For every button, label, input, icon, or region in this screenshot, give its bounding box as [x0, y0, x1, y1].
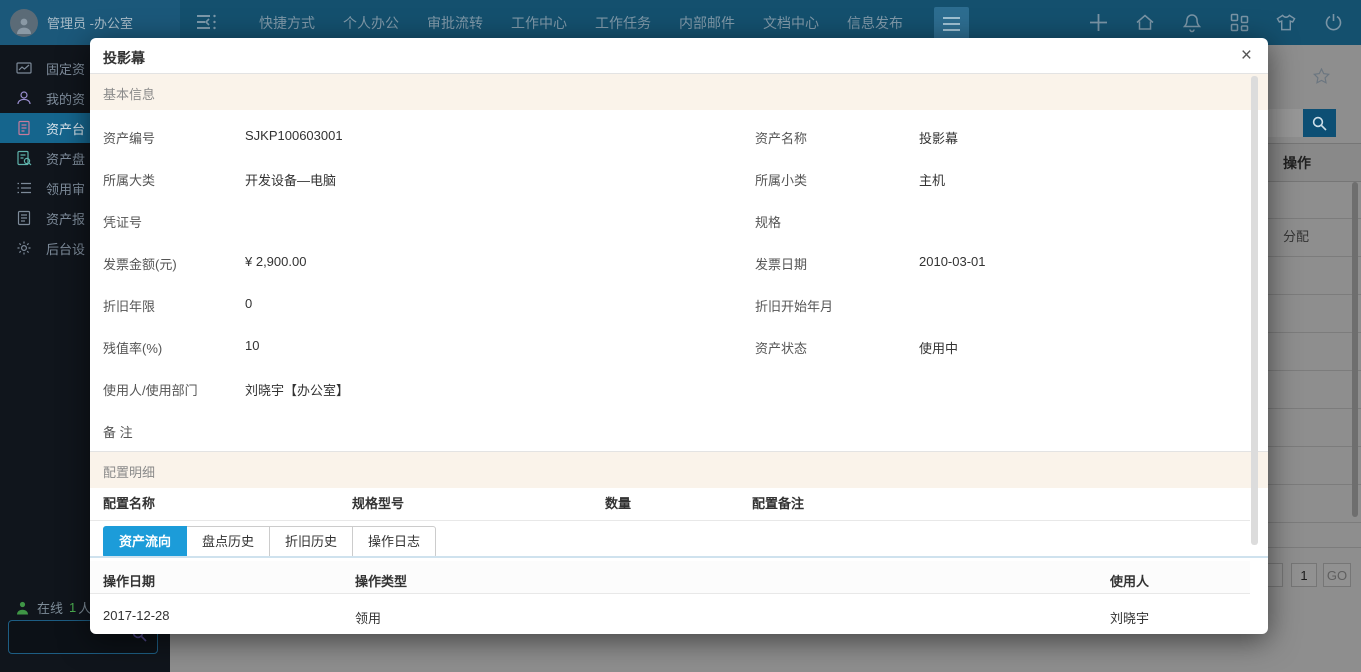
flow-col-user: 使用人 [1110, 571, 1149, 590]
user-name: 管理员 -办公室 [47, 13, 133, 32]
nav-item-2[interactable]: 审批流转 [413, 13, 497, 33]
field-row-2: 凭证号 规格 [90, 199, 1250, 241]
field-value: 投影幕 [919, 128, 958, 147]
nav-item-3[interactable]: 工作中心 [497, 13, 581, 33]
nav-item-5[interactable]: 内部邮件 [665, 13, 749, 33]
avatar [10, 9, 38, 37]
pagination-page-input[interactable]: 1 [1291, 563, 1317, 587]
field-label: 折旧开始年月 [755, 296, 833, 315]
online-status: 在线 1 人 [16, 598, 91, 617]
flow-row-0: 2017-12-28 领用 刘晓宇 [90, 593, 1250, 634]
home-icon[interactable] [1135, 13, 1155, 33]
page-search-button[interactable] [1303, 109, 1336, 137]
sidebar-item-label: 资产报 [46, 209, 85, 228]
modal-title: 投影幕 [103, 48, 145, 68]
field-label: 备 注 [103, 422, 133, 441]
bell-icon[interactable] [1182, 13, 1202, 33]
sidebar-item-label: 后台设 [46, 239, 85, 258]
flow-col-date: 操作日期 [103, 571, 155, 590]
doc-icon [16, 210, 32, 226]
nav-item-4[interactable]: 工作任务 [581, 13, 665, 33]
field-value: 开发设备—电脑 [245, 170, 336, 189]
flow-col-type: 操作类型 [355, 571, 407, 590]
field-label: 所属大类 [103, 170, 155, 189]
list-icon [16, 180, 32, 196]
plus-icon[interactable] [1088, 13, 1108, 33]
field-row-7: 备 注 [90, 409, 1250, 451]
flow-table-header: 操作日期 操作类型 使用人 [90, 561, 1250, 594]
sidebar-item-label: 我的资 [46, 89, 85, 108]
field-label: 所属小类 [755, 170, 807, 189]
person-icon [16, 90, 32, 106]
flow-cell: 刘晓宇 [1110, 608, 1149, 627]
online-count: 1 [69, 600, 76, 615]
field-label: 规格 [755, 212, 781, 231]
favorite-star-icon[interactable] [1313, 68, 1330, 89]
ledger-icon [16, 120, 32, 136]
field-row-4: 折旧年限 0 折旧开始年月 [90, 283, 1250, 325]
field-label: 使用人/使用部门 [103, 380, 198, 399]
flow-cell: 2017-12-28 [103, 608, 170, 623]
config-col-qty: 数量 [605, 493, 631, 512]
section-basic-info: 基本信息 [90, 73, 1268, 110]
modal-scrollbar[interactable] [1251, 76, 1258, 545]
field-label: 残值率(%) [103, 338, 162, 357]
nav-item-0[interactable]: 快捷方式 [245, 13, 329, 33]
field-label: 凭证号 [103, 212, 142, 231]
chart-icon [16, 60, 32, 76]
page-scrollbar[interactable] [1352, 182, 1358, 517]
hamburger-menu-button[interactable] [934, 7, 969, 41]
tabs-divider [90, 556, 1268, 558]
field-row-6: 使用人/使用部门 刘晓宇【办公室】 [90, 367, 1250, 409]
field-value: ¥ 2,900.00 [245, 254, 306, 269]
field-label: 资产名称 [755, 128, 807, 147]
tab-0[interactable]: 资产流向 [103, 526, 187, 558]
tab-2[interactable]: 折旧历史 [270, 526, 353, 558]
field-value: 2010-03-01 [919, 254, 986, 269]
field-row-5: 残值率(%) 10 资产状态 使用中 [90, 325, 1250, 367]
close-icon[interactable]: × [1241, 46, 1252, 66]
tab-1[interactable]: 盘点历史 [187, 526, 270, 558]
field-value: 10 [245, 338, 259, 353]
config-col-remark: 配置备注 [752, 493, 804, 512]
field-label: 发票日期 [755, 254, 807, 273]
collapse-menu-icon[interactable] [196, 13, 218, 31]
tab-3[interactable]: 操作日志 [353, 526, 436, 558]
apps-icon[interactable] [1229, 13, 1249, 33]
nav-item-7[interactable]: 信息发布 [833, 13, 917, 33]
sidebar-item-label: 领用审 [46, 179, 85, 198]
field-label: 资产编号 [103, 128, 155, 147]
field-label: 发票金额(元) [103, 254, 177, 273]
field-value: 0 [245, 296, 252, 311]
config-col-model: 规格型号 [352, 493, 404, 512]
field-row-3: 发票金额(元) ¥ 2,900.00 发票日期 2010-03-01 [90, 241, 1250, 283]
sidebar-item-label: 固定资 [46, 59, 85, 78]
sidebar-item-label: 资产台 [46, 119, 85, 138]
online-label: 在线 [37, 598, 63, 617]
field-value: 刘晓宇【办公室】 [245, 380, 349, 399]
bg-operation-column: 操作 [1283, 153, 1311, 173]
field-row-1: 所属大类 开发设备—电脑 所属小类 主机 [90, 157, 1250, 199]
nav-item-1[interactable]: 个人办公 [329, 13, 413, 33]
field-label: 资产状态 [755, 338, 807, 357]
docsearch-icon [16, 150, 32, 166]
power-icon[interactable] [1323, 13, 1343, 33]
sidebar-item-label: 资产盘 [46, 149, 85, 168]
assign-link[interactable]: 分配 [1283, 226, 1309, 245]
detail-tabs: 资产流向盘点历史折旧历史操作日志 [103, 526, 436, 558]
field-row-0: 资产编号 SJKP100603001 资产名称 投影幕 [90, 115, 1250, 157]
gear-icon [16, 240, 32, 256]
field-value: 使用中 [919, 338, 958, 357]
online-user-icon [16, 601, 29, 615]
flow-cell: 领用 [355, 608, 381, 627]
field-value: SJKP100603001 [245, 128, 343, 143]
field-value: 主机 [919, 170, 945, 189]
shirt-icon[interactable] [1276, 13, 1296, 33]
config-table-header: 配置名称 规格型号 数量 配置备注 [90, 483, 1250, 521]
nav-item-6[interactable]: 文档中心 [749, 13, 833, 33]
asset-detail-modal: 投影幕 × 基本信息 资产编号 SJKP100603001 资产名称 投影幕所属大类 开… [90, 38, 1268, 634]
field-label: 折旧年限 [103, 296, 155, 315]
config-col-name: 配置名称 [103, 493, 155, 512]
pagination-go-button[interactable]: GO [1323, 563, 1351, 587]
